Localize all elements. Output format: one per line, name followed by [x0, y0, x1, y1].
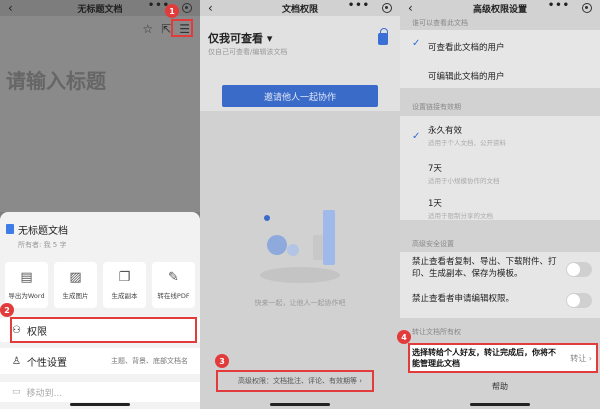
tile-generate-copy[interactable]: ❐ 生成副本 — [103, 262, 146, 308]
caption-valid-period: 设置链接有效期 — [412, 103, 461, 111]
highlight-transfer — [408, 343, 598, 373]
action-tiles: ▤ 导出为Word ▨ 生成图片 ❐ 生成副本 ✎ 转在线PDF — [5, 262, 195, 308]
option-7-days[interactable]: 7天 — [428, 162, 442, 174]
option-7-days-desc: 适用于小规模协作的文档 — [428, 177, 500, 185]
security-no-copy: 禁止查看者复制、导出、下载附件、打印、生成副本、保存为模板。 — [412, 257, 557, 279]
highlight-permission — [10, 317, 197, 343]
caret-down-icon: ▾ — [266, 32, 273, 45]
shirt-icon: ♙ — [12, 355, 21, 367]
lock-icon — [378, 28, 388, 45]
option-viewers[interactable]: 可查看此文档的用户 — [428, 41, 505, 53]
help-link[interactable]: 帮助 — [400, 381, 600, 392]
illustration-dot — [264, 215, 270, 221]
badge-2: 2 — [0, 303, 14, 317]
personalize-label: 个性设置 — [26, 357, 67, 369]
collaboration-illustration — [260, 210, 340, 283]
badge-1: 1 — [165, 4, 179, 18]
editor-area — [0, 16, 200, 212]
option-editors[interactable]: 可编辑此文档的用户 — [428, 70, 505, 82]
copy-icon: ❐ — [118, 270, 131, 285]
option-forever-desc: 适用于个人文档、公开资料 — [428, 139, 506, 147]
tile-label: 生成副本 — [111, 292, 138, 300]
permission-heading[interactable]: 仅我可查看 ▾ — [208, 30, 272, 46]
tile-export-word[interactable]: ▤ 导出为Word — [5, 262, 48, 308]
document-icon — [6, 224, 14, 234]
home-indicator — [270, 403, 330, 406]
doc-info: 无标题文档 所有者: 我 5 字 — [6, 222, 68, 250]
illustration-block — [313, 235, 323, 260]
more-icon[interactable]: ••• — [348, 0, 370, 11]
badge-3: 3 — [215, 354, 229, 368]
back-icon[interactable]: ‹ — [8, 1, 13, 15]
panel2-header: ‹ 文档权限 ••• — [200, 0, 400, 16]
back-icon[interactable]: ‹ — [408, 1, 413, 15]
illustration-shadow — [260, 267, 340, 283]
panel3-header: ‹ 高级权限设置 ••• — [400, 0, 600, 16]
security-no-edit-request: 禁止查看者申请编辑权限。 — [412, 294, 515, 304]
option-1-day[interactable]: 1天 — [428, 197, 442, 209]
tile-label: 导出为Word — [8, 292, 45, 300]
back-icon[interactable]: ‹ — [208, 1, 213, 15]
illustration-pillar — [323, 210, 335, 265]
tile-convert-pdf[interactable]: ✎ 转在线PDF — [152, 262, 195, 308]
move-label: 移动到... — [26, 388, 63, 399]
caption-security: 高级安全设置 — [412, 240, 454, 248]
tile-label: 生成图片 — [62, 292, 89, 300]
doc-meta: 所有者: 我 5 字 — [18, 241, 67, 249]
panel3-title: 高级权限设置 — [472, 4, 527, 15]
empty-state-text: 快来一起，让他人一起协作吧 — [254, 299, 346, 307]
panel-document-permission: ‹ 文档权限 ••• 仅我可查看 ▾ 仅自己可查看/编辑该文档 邀请他人一起协作… — [200, 0, 400, 409]
panel-document-menu: ‹ 无标题文档 ••• ☆ ⇱ ☰ 请输入标题 无标题文档 所有者: 我 5 字… — [0, 0, 200, 409]
caption-who-can-view: 谁可以查看此文档 — [412, 19, 468, 27]
personalize-value: 主题、背景、底部文档名 — [111, 357, 188, 365]
record-icon[interactable] — [582, 3, 592, 13]
record-icon[interactable] — [382, 3, 392, 13]
doc-name: 无标题文档 — [18, 226, 68, 237]
image-icon: ▨ — [69, 270, 82, 285]
star-icon[interactable]: ☆ — [142, 22, 153, 36]
panel2-title: 文档权限 — [281, 4, 318, 15]
permission-heading-text: 仅我可查看 — [208, 32, 263, 45]
illustration-gear — [267, 235, 287, 255]
highlight-menu — [171, 19, 193, 37]
check-icon: ✓ — [412, 38, 421, 49]
record-icon[interactable] — [182, 3, 192, 13]
illustration-bubble — [287, 244, 299, 256]
option-forever[interactable]: 永久有效 — [428, 124, 462, 136]
check-icon: ✓ — [412, 131, 421, 142]
move-row[interactable]: ▭ 移动到... — [0, 382, 200, 402]
permission-subtext: 仅自己可查看/编辑该文档 — [208, 48, 288, 56]
home-indicator — [470, 403, 530, 406]
highlight-advanced — [216, 370, 374, 392]
personalize-row[interactable]: ♙ 个性设置 主题、背景、底部文档名 — [0, 348, 200, 374]
option-1-day-desc: 适用于限制分享的文档 — [428, 212, 493, 220]
share-icon[interactable]: ⇱ — [161, 22, 171, 36]
more-icon[interactable]: ••• — [548, 0, 570, 11]
home-indicator — [70, 403, 130, 406]
caption-transfer: 转让文档所有权 — [412, 328, 461, 336]
badge-4: 4 — [397, 330, 411, 344]
tile-generate-image[interactable]: ▨ 生成图片 — [54, 262, 97, 308]
tile-label: 转在线PDF — [157, 292, 190, 300]
folder-icon: ▭ — [12, 387, 21, 397]
panel1-title: 无标题文档 — [77, 4, 123, 15]
editor-title-placeholder[interactable]: 请输入标题 — [6, 65, 106, 94]
invite-button[interactable]: 邀请他人一起协作 — [222, 85, 378, 107]
word-icon: ▤ — [20, 270, 33, 285]
toggle-no-edit-request[interactable] — [566, 293, 592, 308]
pdf-icon: ✎ — [168, 270, 179, 285]
toggle-no-copy[interactable] — [566, 262, 592, 277]
